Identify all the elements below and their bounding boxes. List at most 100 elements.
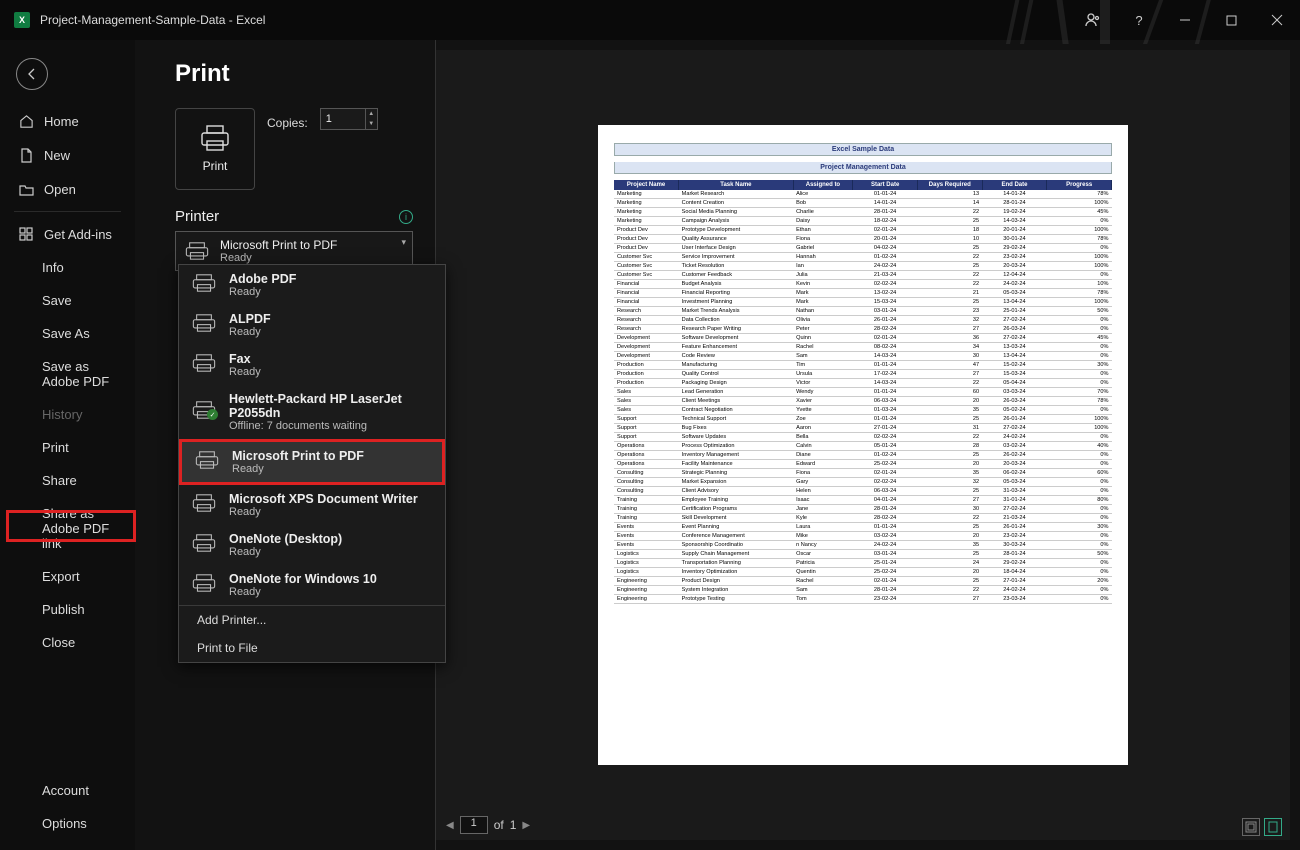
page-number-input[interactable]: 1 [460,816,488,834]
table-cell: 26-01-24 [853,316,918,325]
spin-up-icon[interactable]: ▲ [365,109,377,119]
table-cell: 0% [1047,532,1112,541]
table-cell: 25 [917,262,982,271]
table-cell: Daisy [793,217,853,226]
table-cell: Logistics [614,550,679,559]
addins-icon [18,226,34,242]
next-page-button[interactable]: ▶ [522,820,530,831]
back-button[interactable] [16,58,48,90]
table-cell: Xavier [793,397,853,406]
table-cell: 25-01-24 [853,559,918,568]
table-row: DevelopmentSoftware DevelopmentQuinn02-0… [614,334,1112,343]
table-cell: Olivia [793,316,853,325]
sidebar-item-new[interactable]: New [0,138,135,172]
table-cell: 14 [917,199,982,208]
sidebar-label: Print [42,440,69,455]
show-margins-button[interactable] [1242,818,1260,836]
table-cell: Quentin [793,568,853,577]
printer-icon [191,574,217,597]
sidebar-item-share[interactable]: Share [0,464,135,497]
spin-down-icon[interactable]: ▼ [365,119,377,129]
printer-option[interactable]: Microsoft XPS Document WriterReady [179,485,445,525]
account-icon[interactable] [1070,0,1116,40]
table-row: OperationsInventory ManagementDiane01-02… [614,451,1112,460]
table-cell: Support [614,433,679,442]
sidebar-item-saveas[interactable]: Save As [0,317,135,350]
add-printer-option[interactable]: Add Printer... [179,606,445,634]
close-button[interactable] [1254,0,1300,40]
table-cell: 20-03-24 [982,460,1047,469]
sidebar-item-account[interactable]: Account [0,774,135,807]
table-cell: Operations [614,451,679,460]
sidebar-item-close[interactable]: Close [0,626,135,659]
table-cell: 10 [917,235,982,244]
table-cell: 27-01-24 [853,424,918,433]
sidebar-item-share-adobe[interactable]: Share as Adobe PDF link [0,497,135,560]
open-icon [18,181,34,197]
sidebar-item-save[interactable]: Save [0,284,135,317]
sidebar-item-open[interactable]: Open [0,172,135,206]
table-cell: 25 [917,217,982,226]
table-cell: 60 [917,388,982,397]
table-cell: 24-02-24 [853,541,918,550]
table-cell: 06-02-24 [982,469,1047,478]
table-cell: 23-02-24 [982,532,1047,541]
table-cell: 0% [1047,244,1112,253]
sidebar-item-info[interactable]: Info [0,251,135,284]
sidebar-item-export[interactable]: Export [0,560,135,593]
table-row: SalesContract NegotiationYvette01-03-243… [614,406,1112,415]
printer-option[interactable]: Adobe PDFReady [179,265,445,305]
sidebar-label: New [44,148,70,163]
table-cell: 06-03-24 [853,487,918,496]
table-cell: 100% [1047,424,1112,433]
table-cell: 24 [917,559,982,568]
table-cell: 0% [1047,370,1112,379]
copies-input[interactable]: 1 ▲▼ [320,108,378,130]
table-cell: 0% [1047,559,1112,568]
table-cell: 03-02-24 [853,532,918,541]
printer-icon [191,274,217,297]
table-cell: Bug Fixes [679,424,793,433]
table-row: EventsConference ManagementMike03-02-242… [614,532,1112,541]
home-icon [18,113,34,129]
table-cell: 14-03-24 [982,217,1047,226]
table-row: SalesClient MeetingsXavier06-03-242026-0… [614,397,1112,406]
sidebar-item-history[interactable]: History [0,398,135,431]
printer-info-icon[interactable]: i [399,210,413,224]
table-cell: 15-03-24 [853,298,918,307]
table-cell: 45% [1047,208,1112,217]
print-button[interactable]: Print [175,108,255,190]
sidebar-item-options[interactable]: Options [0,807,135,840]
sidebar-item-home[interactable]: Home [0,104,135,138]
sidebar-item-publish[interactable]: Publish [0,593,135,626]
minimize-button[interactable] [1162,0,1208,40]
sidebar-item-addins[interactable]: Get Add-ins [0,217,135,251]
printer-option[interactable]: OneNote for Windows 10Ready [179,565,445,605]
table-cell: 25-02-24 [853,460,918,469]
table-cell: Employee Training [679,496,793,505]
table-cell: Client Advisory [679,487,793,496]
table-cell: Marketing [614,190,679,199]
printer-dropdown[interactable]: Adobe PDFReadyALPDFReadyFaxReady✓Hewlett… [178,264,446,663]
table-cell: 22 [917,271,982,280]
printer-option[interactable]: ✓Hewlett-Packard HP LaserJet P2055dnOffl… [179,385,445,439]
sidebar-item-print[interactable]: Print [0,431,135,464]
prev-page-button[interactable]: ◀ [446,820,454,831]
table-cell: 27 [917,496,982,505]
printer-option[interactable]: OneNote (Desktop)Ready [179,525,445,565]
help-icon[interactable]: ? [1116,0,1162,40]
printer-option[interactable]: ALPDFReady [179,305,445,345]
copies-spinner[interactable]: ▲▼ [365,109,377,129]
sidebar-item-save-adobe[interactable]: Save as Adobe PDF [0,350,135,398]
printer-name: ALPDF [229,312,271,326]
table-cell: 27-01-24 [982,577,1047,586]
zoom-to-page-button[interactable] [1264,818,1282,836]
table-cell: 01-02-24 [853,451,918,460]
print-to-file-option[interactable]: Print to File [179,634,445,662]
printer-option[interactable]: Microsoft Print to PDFReady [179,439,445,485]
printer-option[interactable]: FaxReady [179,345,445,385]
table-cell: Product Design [679,577,793,586]
printer-name: OneNote (Desktop) [229,532,342,546]
maximize-button[interactable] [1208,0,1254,40]
table-cell: 100% [1047,262,1112,271]
